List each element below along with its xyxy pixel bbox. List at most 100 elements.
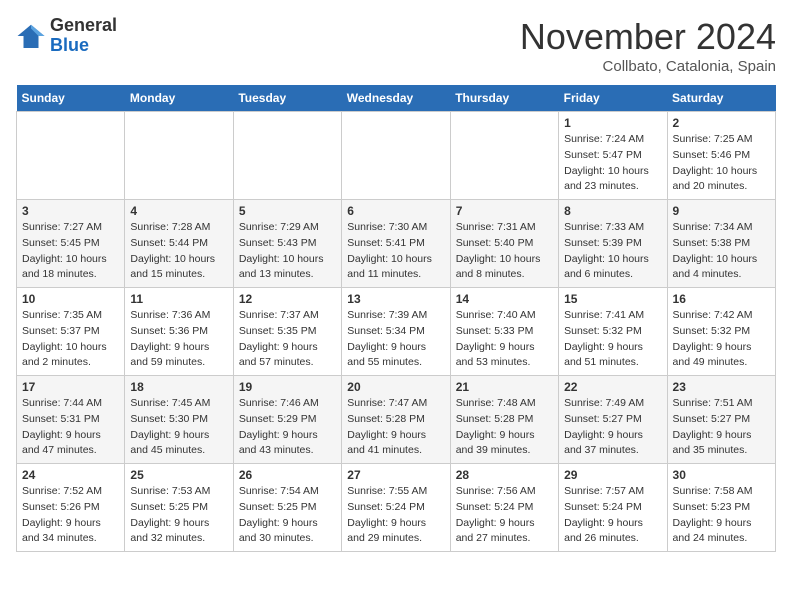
calendar-day-cell: 19Sunrise: 7:46 AM Sunset: 5:29 PM Dayli… bbox=[233, 376, 341, 464]
calendar-week-row: 10 Sunrise: 7:35 AM Sunset: 5:37 PM Dayli… bbox=[17, 288, 776, 376]
calendar-table: SundayMondayTuesdayWednesdayThursdayFrid… bbox=[16, 85, 776, 552]
day-number: 24 bbox=[22, 468, 119, 482]
calendar-day-cell: 29Sunrise: 7:57 AM Sunset: 5:24 PM Dayli… bbox=[559, 464, 667, 552]
day-info: Sunrise: 7:30 AM Sunset: 5:41 PM Dayligh… bbox=[347, 220, 444, 283]
calendar-week-row: 3Sunrise: 7:27 AM Sunset: 5:45 PM Daylig… bbox=[17, 200, 776, 288]
day-info: Sunrise: 7:42 AM Sunset: 5:32 PM Dayligh… bbox=[673, 308, 770, 371]
day-number: 29 bbox=[564, 468, 661, 482]
day-number: 14 bbox=[456, 292, 553, 306]
day-number: 5 bbox=[239, 204, 336, 218]
calendar-day-cell bbox=[233, 112, 341, 200]
day-number: 28 bbox=[456, 468, 553, 482]
calendar-day-cell: 28 Sunrise: 7:56 AM Sunset: 5:24 PM Dayli… bbox=[450, 464, 558, 552]
day-number: 12 bbox=[239, 292, 336, 306]
day-info: Sunrise: 7:56 AM Sunset: 5:24 PM Dayligh… bbox=[456, 484, 553, 547]
calendar-day-cell: 15 Sunrise: 7:41 AM Sunset: 5:32 PM Dayli… bbox=[559, 288, 667, 376]
calendar-day-cell: 25 Sunrise: 7:53 AM Sunset: 5:25 PM Dayli… bbox=[125, 464, 233, 552]
calendar-header-cell: Sunday bbox=[17, 85, 125, 112]
day-number: 15 bbox=[564, 292, 661, 306]
calendar-day-cell: 3Sunrise: 7:27 AM Sunset: 5:45 PM Daylig… bbox=[17, 200, 125, 288]
calendar-day-cell: 30 Sunrise: 7:58 AM Sunset: 5:23 PM Dayli… bbox=[667, 464, 775, 552]
calendar-day-cell bbox=[125, 112, 233, 200]
calendar-body: 1Sunrise: 7:24 AM Sunset: 5:47 PM Daylig… bbox=[17, 112, 776, 552]
day-number: 1 bbox=[564, 116, 661, 130]
calendar-day-cell bbox=[342, 112, 450, 200]
day-info: Sunrise: 7:49 AM Sunset: 5:27 PM Dayligh… bbox=[564, 396, 661, 459]
day-info: Sunrise: 7:31 AM Sunset: 5:40 PM Dayligh… bbox=[456, 220, 553, 283]
day-number: 8 bbox=[564, 204, 661, 218]
day-number: 20 bbox=[347, 380, 444, 394]
day-number: 6 bbox=[347, 204, 444, 218]
calendar-day-cell: 8 Sunrise: 7:33 AM Sunset: 5:39 PM Daylig… bbox=[559, 200, 667, 288]
calendar-day-cell: 9Sunrise: 7:34 AM Sunset: 5:38 PM Daylig… bbox=[667, 200, 775, 288]
day-number: 25 bbox=[130, 468, 227, 482]
calendar-day-cell: 6 Sunrise: 7:30 AM Sunset: 5:41 PM Daylig… bbox=[342, 200, 450, 288]
calendar-header-cell: Monday bbox=[125, 85, 233, 112]
day-info: Sunrise: 7:55 AM Sunset: 5:24 PM Dayligh… bbox=[347, 484, 444, 547]
logo: General Blue bbox=[16, 16, 117, 56]
calendar-day-cell: 22 Sunrise: 7:49 AM Sunset: 5:27 PM Dayli… bbox=[559, 376, 667, 464]
day-number: 26 bbox=[239, 468, 336, 482]
logo-icon bbox=[16, 21, 46, 51]
calendar-week-row: 17Sunrise: 7:44 AM Sunset: 5:31 PM Dayli… bbox=[17, 376, 776, 464]
day-info: Sunrise: 7:25 AM Sunset: 5:46 PM Dayligh… bbox=[673, 132, 770, 195]
day-number: 2 bbox=[673, 116, 770, 130]
day-info: Sunrise: 7:51 AM Sunset: 5:27 PM Dayligh… bbox=[673, 396, 770, 459]
page-header: General Blue November 2024 Collbato, Cat… bbox=[16, 16, 776, 75]
day-info: Sunrise: 7:54 AM Sunset: 5:25 PM Dayligh… bbox=[239, 484, 336, 547]
day-info: Sunrise: 7:45 AM Sunset: 5:30 PM Dayligh… bbox=[130, 396, 227, 459]
day-number: 13 bbox=[347, 292, 444, 306]
day-info: Sunrise: 7:29 AM Sunset: 5:43 PM Dayligh… bbox=[239, 220, 336, 283]
calendar-day-cell bbox=[450, 112, 558, 200]
day-info: Sunrise: 7:53 AM Sunset: 5:25 PM Dayligh… bbox=[130, 484, 227, 547]
day-number: 10 bbox=[22, 292, 119, 306]
calendar-day-cell: 14 Sunrise: 7:40 AM Sunset: 5:33 PM Dayli… bbox=[450, 288, 558, 376]
calendar-day-cell: 16 Sunrise: 7:42 AM Sunset: 5:32 PM Dayli… bbox=[667, 288, 775, 376]
title-area: November 2024 Collbato, Catalonia, Spain bbox=[520, 16, 776, 75]
calendar-day-cell: 10 Sunrise: 7:35 AM Sunset: 5:37 PM Dayli… bbox=[17, 288, 125, 376]
calendar-day-cell: 4Sunrise: 7:28 AM Sunset: 5:44 PM Daylig… bbox=[125, 200, 233, 288]
day-info: Sunrise: 7:52 AM Sunset: 5:26 PM Dayligh… bbox=[22, 484, 119, 547]
calendar-week-row: 1Sunrise: 7:24 AM Sunset: 5:47 PM Daylig… bbox=[17, 112, 776, 200]
calendar-header-cell: Saturday bbox=[667, 85, 775, 112]
day-info: Sunrise: 7:48 AM Sunset: 5:28 PM Dayligh… bbox=[456, 396, 553, 459]
month-title: November 2024 bbox=[520, 16, 776, 58]
day-info: Sunrise: 7:34 AM Sunset: 5:38 PM Dayligh… bbox=[673, 220, 770, 283]
day-number: 18 bbox=[130, 380, 227, 394]
day-info: Sunrise: 7:35 AM Sunset: 5:37 PM Dayligh… bbox=[22, 308, 119, 371]
day-number: 16 bbox=[673, 292, 770, 306]
calendar-day-cell: 17Sunrise: 7:44 AM Sunset: 5:31 PM Dayli… bbox=[17, 376, 125, 464]
day-info: Sunrise: 7:47 AM Sunset: 5:28 PM Dayligh… bbox=[347, 396, 444, 459]
day-info: Sunrise: 7:41 AM Sunset: 5:32 PM Dayligh… bbox=[564, 308, 661, 371]
calendar-day-cell bbox=[17, 112, 125, 200]
day-info: Sunrise: 7:36 AM Sunset: 5:36 PM Dayligh… bbox=[130, 308, 227, 371]
day-number: 27 bbox=[347, 468, 444, 482]
day-info: Sunrise: 7:28 AM Sunset: 5:44 PM Dayligh… bbox=[130, 220, 227, 283]
calendar-day-cell: 21Sunrise: 7:48 AM Sunset: 5:28 PM Dayli… bbox=[450, 376, 558, 464]
calendar-day-cell: 2 Sunrise: 7:25 AM Sunset: 5:46 PM Daylig… bbox=[667, 112, 775, 200]
day-number: 30 bbox=[673, 468, 770, 482]
calendar-day-cell: 20 Sunrise: 7:47 AM Sunset: 5:28 PM Dayli… bbox=[342, 376, 450, 464]
day-info: Sunrise: 7:58 AM Sunset: 5:23 PM Dayligh… bbox=[673, 484, 770, 547]
day-number: 23 bbox=[673, 380, 770, 394]
calendar-day-cell: 1Sunrise: 7:24 AM Sunset: 5:47 PM Daylig… bbox=[559, 112, 667, 200]
calendar-day-cell: 12 Sunrise: 7:37 AM Sunset: 5:35 PM Dayli… bbox=[233, 288, 341, 376]
day-number: 11 bbox=[130, 292, 227, 306]
calendar-header-cell: Wednesday bbox=[342, 85, 450, 112]
calendar-day-cell: 5 Sunrise: 7:29 AM Sunset: 5:43 PM Daylig… bbox=[233, 200, 341, 288]
day-info: Sunrise: 7:33 AM Sunset: 5:39 PM Dayligh… bbox=[564, 220, 661, 283]
day-number: 7 bbox=[456, 204, 553, 218]
calendar-day-cell: 11 Sunrise: 7:36 AM Sunset: 5:36 PM Dayli… bbox=[125, 288, 233, 376]
calendar-day-cell: 18 Sunrise: 7:45 AM Sunset: 5:30 PM Dayli… bbox=[125, 376, 233, 464]
calendar-day-cell: 27 Sunrise: 7:55 AM Sunset: 5:24 PM Dayli… bbox=[342, 464, 450, 552]
calendar-week-row: 24 Sunrise: 7:52 AM Sunset: 5:26 PM Dayli… bbox=[17, 464, 776, 552]
calendar-day-cell: 24 Sunrise: 7:52 AM Sunset: 5:26 PM Dayli… bbox=[17, 464, 125, 552]
day-info: Sunrise: 7:40 AM Sunset: 5:33 PM Dayligh… bbox=[456, 308, 553, 371]
day-number: 3 bbox=[22, 204, 119, 218]
day-info: Sunrise: 7:44 AM Sunset: 5:31 PM Dayligh… bbox=[22, 396, 119, 459]
day-number: 22 bbox=[564, 380, 661, 394]
location-title: Collbato, Catalonia, Spain bbox=[520, 58, 776, 75]
day-info: Sunrise: 7:37 AM Sunset: 5:35 PM Dayligh… bbox=[239, 308, 336, 371]
calendar-day-cell: 26 Sunrise: 7:54 AM Sunset: 5:25 PM Dayli… bbox=[233, 464, 341, 552]
calendar-header-row: SundayMondayTuesdayWednesdayThursdayFrid… bbox=[17, 85, 776, 112]
